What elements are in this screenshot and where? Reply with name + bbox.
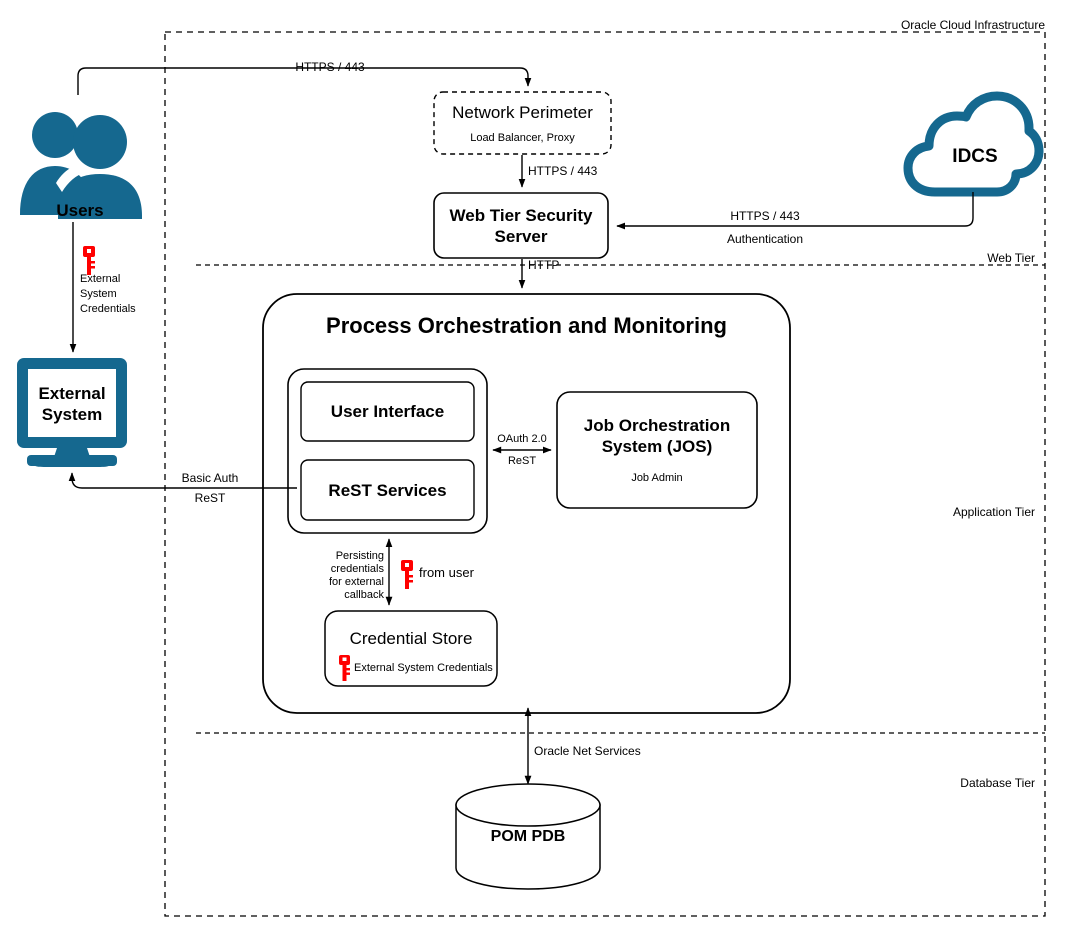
oci-boundary-label: Oracle Cloud Infrastructure xyxy=(900,18,1045,32)
rest-services-label-group: ReST Services xyxy=(301,460,474,520)
pom-title: Process Orchestration and Monitoring xyxy=(326,313,727,338)
edge-label-external-to-rest-1: Basic Auth xyxy=(181,471,239,485)
network-perimeter-label-group: Network Perimeter Load Balancer, Proxy xyxy=(434,92,611,154)
edge-label-external-to-rest-2: ReST xyxy=(194,491,226,505)
edge-label-idcs-to-websec-2: Authentication xyxy=(726,232,804,246)
edge-label-users-to-external-1: External xyxy=(80,273,121,285)
credential-store-badge-label: External System Credentials xyxy=(354,662,493,674)
edge-label-idcs-to-websec-1: HTTPS / 443 xyxy=(730,209,800,223)
external-system-label-group: External System xyxy=(28,374,116,434)
edge-label-pom-to-pdb: Oracle Net Services xyxy=(534,744,641,758)
external-system-line2: System xyxy=(41,405,103,424)
rest-services-title: ReST Services xyxy=(328,480,447,500)
jos-subtitle: Job Admin xyxy=(631,472,683,484)
tier-label-database: Database Tier xyxy=(960,776,1035,790)
user-interface-title: User Interface xyxy=(330,402,445,421)
web-tier-security-server-line2: Server xyxy=(494,226,548,246)
external-system-line1: External xyxy=(38,384,106,403)
edge-label-uirest-to-jos-2: ReST xyxy=(507,455,537,467)
jos-label-group: Job Orchestration System (JOS) Job Admin xyxy=(557,392,757,508)
jos-line1: Job Orchestration xyxy=(583,416,731,435)
jos-line2: System (JOS) xyxy=(601,437,713,456)
key-icon-external-credentials xyxy=(83,246,95,275)
web-tier-security-server-line1: Web Tier Security xyxy=(449,205,593,225)
edge-label-websec-to-pom: HTTP xyxy=(528,258,560,272)
tier-label-web: Web Tier xyxy=(987,251,1035,265)
edge-label-users-to-external-3: Credentials xyxy=(80,303,136,315)
idcs-label: IDCS xyxy=(952,146,998,167)
edge-label-rest-to-credstore-1: Persisting xyxy=(335,550,384,562)
cloud-icon xyxy=(903,91,1044,197)
user-interface-label-group: User Interface xyxy=(301,382,474,441)
edge-label-rest-to-credstore-4: callback xyxy=(344,589,384,601)
credential-store-title: Credential Store xyxy=(349,629,473,648)
edge-label-uirest-to-jos-1: OAuth 2.0 xyxy=(497,433,547,445)
pom-pdb-label: POM PDB xyxy=(490,828,566,845)
edge-label-users-to-external-2: System xyxy=(80,288,117,300)
architecture-diagram: Oracle Cloud Infrastructure Web Tier App… xyxy=(0,0,1070,931)
tier-label-application: Application Tier xyxy=(952,505,1035,519)
edge-label-perimeter-to-websec: HTTPS / 443 xyxy=(528,164,598,178)
web-tier-security-server-label-group: Web Tier Security Server xyxy=(434,193,608,258)
edge-label-rest-to-credstore-2: credentials xyxy=(330,563,384,575)
edge-label-rest-to-credstore-3: for external xyxy=(328,576,384,588)
users-label: Users xyxy=(56,201,104,220)
edge-label-from-user: from user xyxy=(419,565,474,580)
edge-label-users-to-perimeter: HTTPS / 443 xyxy=(295,60,365,74)
network-perimeter-title: Network Perimeter xyxy=(452,102,593,122)
network-perimeter-subtitle: Load Balancer, Proxy xyxy=(470,131,575,144)
